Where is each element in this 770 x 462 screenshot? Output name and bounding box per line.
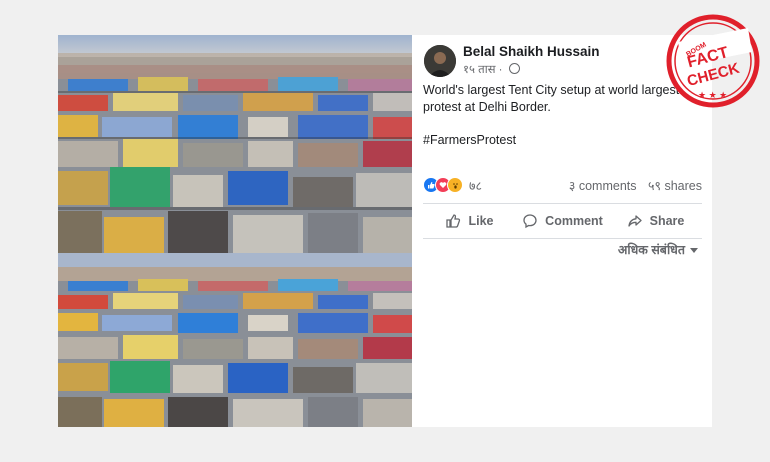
fact-check-stamp: BOOM FACT CHECK ★ ★ ★ [664,12,762,110]
author-name[interactable]: Belal Shaikh Hussain [463,44,600,59]
comment-icon [523,214,537,229]
post-meta: १५ तास · [463,62,520,77]
chevron-down-icon [690,248,698,253]
hashtag-link[interactable]: #FarmersProtest [423,132,708,149]
thumbs-up-icon [446,214,461,228]
tent-city-aerial-image [58,253,412,427]
sort-label: अधिक संबंधित [617,243,685,257]
post-time[interactable]: १५ तास [463,64,495,76]
reaction-count: ७८ [469,178,483,193]
globe-icon [508,63,520,74]
avatar[interactable] [424,45,456,77]
tent-city-aerial-image [58,35,412,253]
comment-share-counts: ३ comments ५९ shares [561,177,702,194]
comments-count[interactable]: ३ comments [569,179,637,193]
share-label: Share [649,214,685,228]
like-label: Like [468,214,494,228]
tent-city-photo-bottom[interactable] [58,253,412,427]
divider [423,203,702,204]
shares-count[interactable]: ५९ shares [648,179,702,193]
reactions-summary[interactable]: ७८ [423,176,482,194]
profile-photo [424,45,456,77]
post-actions: Like Comment Share [423,207,702,235]
boom-fact-check-logo: BOOM FACT CHECK ★ ★ ★ [666,14,760,108]
tent-city-photo-top[interactable] [58,35,412,253]
comment-button[interactable]: Comment [516,207,609,235]
divider [423,238,702,239]
share-button[interactable]: Share [609,207,702,235]
like-button[interactable]: Like [423,207,516,235]
engagement-stats: ७८ ३ comments ५९ shares [423,176,702,194]
svg-text:★ ★ ★: ★ ★ ★ [698,90,727,100]
wow-reaction-icon [447,177,463,193]
share-icon [627,215,642,227]
comment-label: Comment [545,214,603,228]
comment-sort-dropdown[interactable]: अधिक संबंधित [618,241,698,258]
